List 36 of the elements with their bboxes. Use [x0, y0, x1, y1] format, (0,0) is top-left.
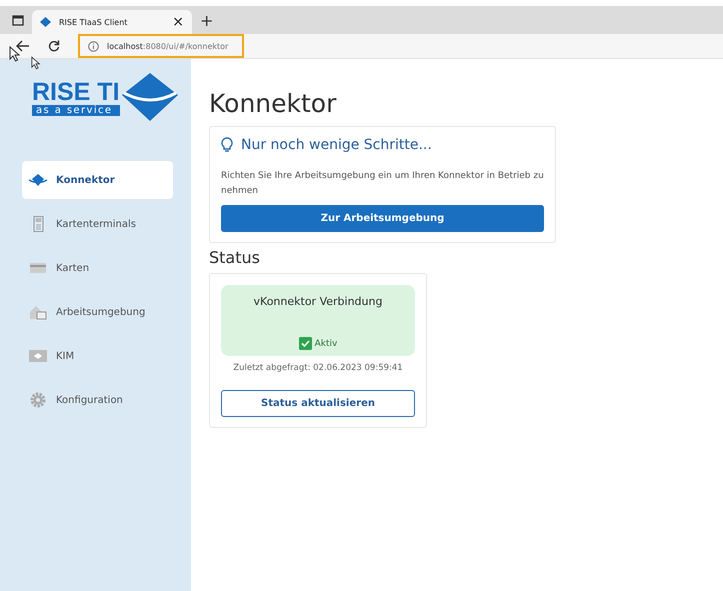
logo-title: RISE TI — [32, 78, 120, 104]
diamond-icon — [28, 173, 48, 187]
connection-title: vKonnektor Verbindung — [254, 295, 382, 308]
refresh-status-button[interactable]: Status aktualisieren — [221, 390, 415, 417]
address-field[interactable]: localhost:8080/ui/#/konnektor — [78, 34, 244, 58]
back-icon[interactable] — [16, 40, 30, 52]
status-heading: Status — [209, 248, 261, 267]
tab-title: RISE TIaaS Client — [59, 18, 128, 26]
lightbulb-icon — [221, 137, 233, 153]
house-icon — [28, 304, 48, 320]
sidebar-item[interactable]: KIM — [22, 337, 173, 375]
sidebar-item[interactable]: Konnektor — [22, 161, 173, 199]
hint-text: Richten Sie Ihre Arbeitsumgebung ein um Ihren Konnektor in Betrieb zu nehmen — [221, 170, 544, 198]
tab-list-icon[interactable] — [12, 15, 24, 26]
check-icon — [298, 337, 312, 350]
sidebar-item[interactable]: Karten — [22, 249, 173, 287]
sidebar-item[interactable]: Arbeitsumgebung — [22, 293, 173, 331]
reload-icon[interactable] — [48, 40, 60, 52]
new-tab-button[interactable]: + — [200, 11, 214, 30]
state-label: Aktiv — [314, 338, 338, 348]
gear-icon — [28, 391, 48, 409]
hint-title: Nur noch wenige Schritte... — [241, 137, 432, 153]
logo-subtitle: as a service — [32, 104, 120, 116]
last-checked-text: Zuletzt abgefragt: 02.06.2023 09:59:41 — [232, 363, 404, 373]
sidebar-item[interactable]: Konfiguration — [22, 381, 173, 419]
logo-diamond-icon — [120, 73, 180, 121]
close-tab-button[interactable]: × — [172, 14, 184, 30]
workspace-button[interactable]: Zur Arbeitsumgebung — [221, 205, 544, 232]
diamond-icon — [40, 17, 51, 27]
url-text: localhost:8080/ui/#/konnektor — [107, 42, 228, 50]
card-icon — [28, 262, 48, 274]
page-title: Konnektor — [209, 89, 338, 118]
envelope-icon — [28, 349, 48, 363]
browser-tab[interactable]: RISE TIaaS Client × — [32, 10, 192, 34]
sidebar-item[interactable]: Kartenterminals — [22, 205, 173, 243]
info-icon — [88, 40, 99, 52]
